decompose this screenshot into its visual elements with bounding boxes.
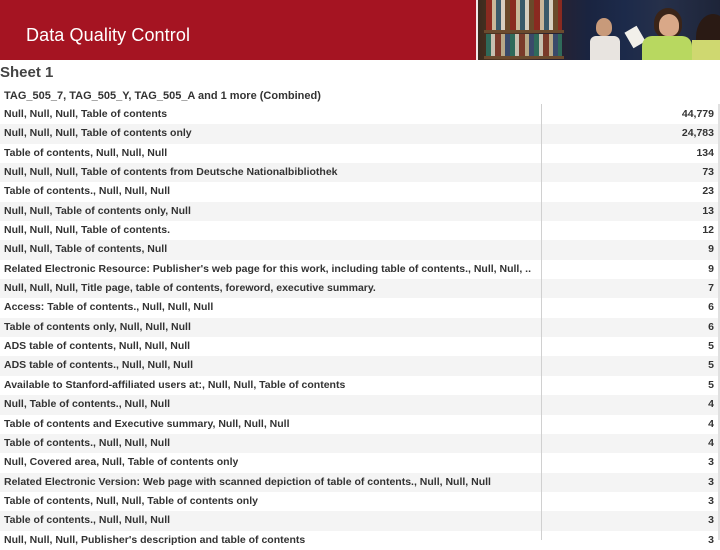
row-label: ADS table of contents., Null, Null, Null — [4, 359, 194, 372]
books-top-shelf — [486, 0, 562, 30]
row-count: 9 — [708, 262, 714, 275]
row-label: Related Electronic Resource: Publisher's… — [4, 262, 531, 275]
header-banner: Data Quality Control — [0, 0, 720, 60]
row-count: 4 — [708, 436, 714, 449]
row-count: 3 — [708, 514, 714, 527]
sheet-title: Sheet 1 — [0, 64, 54, 81]
row-count: 5 — [708, 378, 714, 391]
row-label: ADS table of contents, Null, Null, Null — [4, 340, 191, 353]
row-count: 6 — [708, 320, 714, 333]
table-row[interactable]: Null, Null, Table of contents, Null 9 — [0, 240, 720, 260]
table-row[interactable]: Related Electronic Version: Web page wit… — [0, 472, 720, 492]
student-shirt — [642, 36, 692, 60]
row-count: 5 — [708, 340, 714, 353]
table-row[interactable]: Table of contents, Null, Null, Null 134 — [0, 144, 720, 163]
row-count: 6 — [708, 301, 714, 314]
row-label: Table of contents., Null, Null, Null — [4, 436, 171, 449]
row-count: 3 — [708, 475, 714, 488]
row-count: 44,779 — [681, 108, 714, 120]
table-row[interactable]: Null, Null, Null, Table of contents 44,77… — [0, 105, 720, 124]
table-row[interactable]: Null, Null, Null, Publisher's descriptio… — [0, 531, 720, 550]
table-row[interactable]: Null, Null, Null, Table of contents. 12 — [0, 221, 720, 240]
table-row[interactable]: Available to Stanford-affiliated users a… — [0, 376, 720, 395]
row-count: 7 — [708, 282, 714, 295]
row-count: 24,783 — [681, 127, 714, 140]
row-label: Table of contents, Null, Null, Table of … — [4, 494, 258, 507]
row-label: Table of contents only, Null, Null, Null — [4, 320, 191, 333]
column-divider — [541, 104, 542, 540]
table-row[interactable]: Table of contents., Null, Null, Null 4 — [0, 433, 720, 454]
data-table: Null, Null, Null, Table of contents 44,77… — [0, 105, 720, 550]
row-count: 13 — [702, 204, 714, 217]
row-label: Null, Null, Null, Table of contents from… — [4, 166, 338, 179]
bookshelf-board — [484, 30, 564, 33]
row-label: Table of contents., Null, Null, Null — [4, 514, 171, 527]
table-row[interactable]: Table of contents, Null, Null, Table of … — [0, 492, 720, 511]
bookshelf-board — [484, 56, 564, 59]
row-count: 9 — [708, 243, 714, 256]
row-label: Table of contents, Null, Null, Null — [4, 146, 168, 159]
student-face — [659, 14, 679, 36]
table-row[interactable]: Table of contents and Executive summary,… — [0, 415, 720, 434]
column-header[interactable]: TAG_505_7, TAG_505_Y, TAG_505_A and 1 mo… — [4, 90, 321, 102]
row-label: Related Electronic Version: Web page wit… — [4, 475, 491, 488]
row-count: 73 — [702, 166, 714, 179]
reader-body — [590, 36, 620, 60]
table-row[interactable]: ADS table of contents, Null, Null, Null 5 — [0, 337, 720, 356]
row-label: Table of contents., Null, Null, Null — [4, 185, 171, 198]
row-label: Null, Null, Null, Table of contents — [4, 108, 168, 120]
row-count: 3 — [708, 456, 714, 469]
table-row[interactable]: Null, Null, Null, Table of contents from… — [0, 163, 720, 183]
table-row[interactable]: Table of contents., Null, Null, Null 23 — [0, 182, 720, 201]
table-row[interactable]: Table of contents., Null, Null, Null 3 — [0, 511, 720, 531]
foreground-shirt — [692, 40, 720, 60]
table-row[interactable]: Null, Table of contents., Null, Null 4 — [0, 395, 720, 415]
banner-photo — [476, 0, 720, 60]
row-label: Null, Table of contents., Null, Null — [4, 398, 171, 411]
row-label: Null, Null, Null, Table of contents. — [4, 224, 171, 237]
row-count: 5 — [708, 359, 714, 372]
row-count: 4 — [708, 398, 714, 411]
row-label: Null, Null, Table of contents, Null — [4, 243, 168, 256]
table-row[interactable]: Null, Null, Null, Title page, table of c… — [0, 279, 720, 299]
dashboard-title: Data Quality Control — [26, 25, 191, 45]
row-label: Table of contents and Executive summary,… — [4, 417, 290, 430]
row-label: Available to Stanford-affiliated users a… — [4, 378, 346, 391]
row-count: 23 — [702, 185, 714, 198]
row-label: Null, Covered area, Null, Table of conte… — [4, 456, 239, 469]
table-row[interactable]: Null, Covered area, Null, Table of conte… — [0, 453, 720, 472]
row-count: 134 — [696, 146, 714, 159]
reader-head — [596, 18, 612, 36]
row-label: Access: Table of contents., Null, Null, … — [4, 301, 214, 314]
books-bottom-shelf — [486, 34, 562, 56]
row-count: 12 — [702, 224, 714, 237]
row-label: Null, Null, Table of contents only, Null — [4, 204, 191, 217]
table-row[interactable]: Access: Table of contents., Null, Null, … — [0, 298, 720, 317]
row-label: Null, Null, Null, Title page, table of c… — [4, 282, 376, 295]
row-count: 3 — [708, 494, 714, 507]
table-row[interactable]: ADS table of contents., Null, Null, Null… — [0, 356, 720, 376]
table-row[interactable]: Null, Null, Table of contents only, Null… — [0, 201, 720, 222]
table-row[interactable]: Null, Null, Null, Table of contents only… — [0, 124, 720, 144]
row-count: 4 — [708, 417, 714, 430]
row-label: Null, Null, Null, Table of contents only — [4, 127, 192, 140]
table-row[interactable]: Related Electronic Resource: Publisher's… — [0, 260, 720, 279]
table-row[interactable]: Table of contents only, Null, Null, Null… — [0, 317, 720, 338]
